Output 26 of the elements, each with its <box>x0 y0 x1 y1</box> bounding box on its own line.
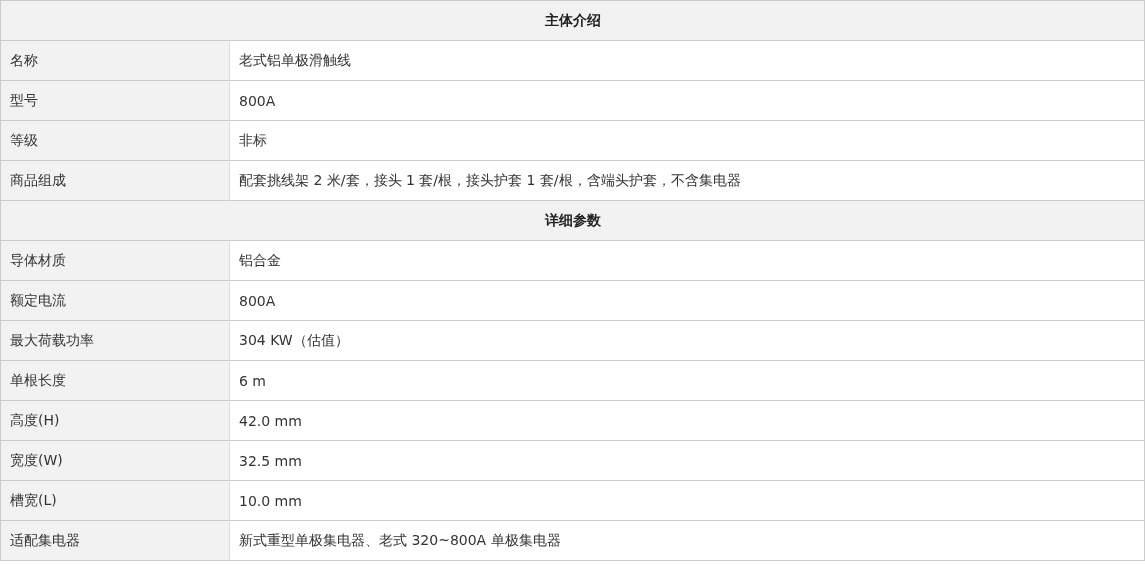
label-cell: 槽宽(L) <box>1 481 230 521</box>
section-heading: 详细参数 <box>1 201 1145 241</box>
value-cell: 铝合金 <box>230 241 1145 281</box>
label-cell: 导体材质 <box>1 241 230 281</box>
value-cell: 304 KW（估值） <box>230 321 1145 361</box>
value-cell: 42.0 mm <box>230 401 1145 441</box>
value-cell: 非标 <box>230 121 1145 161</box>
label-cell: 额定电流 <box>1 281 230 321</box>
label-cell: 型号 <box>1 81 230 121</box>
label-cell: 宽度(W) <box>1 441 230 481</box>
value-cell: 新式重型单极集电器、老式 320~800A 单极集电器 <box>230 521 1145 561</box>
label-cell: 等级 <box>1 121 230 161</box>
label-cell: 单根长度 <box>1 361 230 401</box>
value-cell: 800A <box>230 81 1145 121</box>
value-cell: 配套挑线架 2 米/套，接头 1 套/根，接头护套 1 套/根，含端头护套，不含集电器 <box>230 161 1145 201</box>
label-cell: 名称 <box>1 41 230 81</box>
label-cell: 最大荷载功率 <box>1 321 230 361</box>
section-heading: 主体介绍 <box>1 1 1145 41</box>
value-cell: 6 m <box>230 361 1145 401</box>
value-cell: 10.0 mm <box>230 481 1145 521</box>
value-cell: 老式铝单极滑触线 <box>230 41 1145 81</box>
value-cell: 800A <box>230 281 1145 321</box>
label-cell: 高度(H) <box>1 401 230 441</box>
label-cell: 商品组成 <box>1 161 230 201</box>
label-cell: 适配集电器 <box>1 521 230 561</box>
value-cell: 32.5 mm <box>230 441 1145 481</box>
